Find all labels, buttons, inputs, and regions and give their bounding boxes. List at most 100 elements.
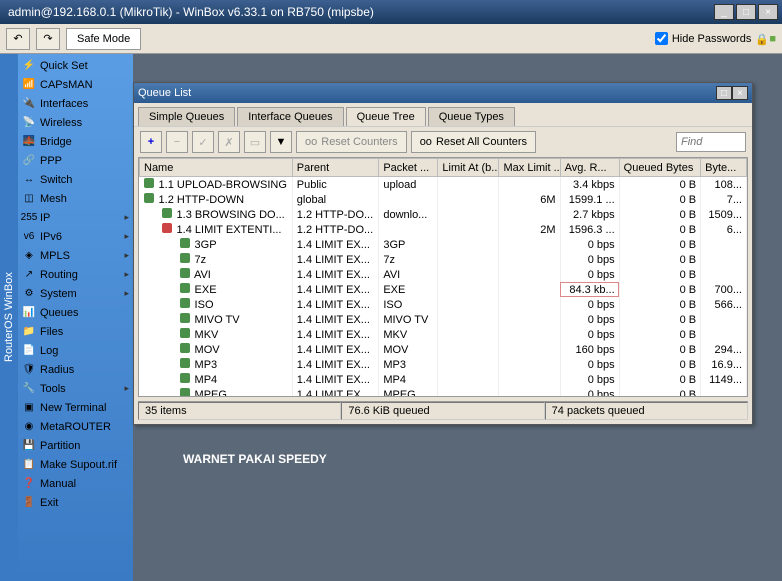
close-button[interactable]: ×	[758, 4, 778, 20]
sidebar-icon: 🔗	[22, 154, 36, 168]
sidebar-item-quick-set[interactable]: ⚡Quick Set	[18, 56, 133, 75]
filter-button[interactable]: ▼	[270, 131, 292, 153]
table-row[interactable]: 1.1 UPLOAD-BROWSINGPublicupload3.4 kbps0…	[140, 177, 747, 193]
remove-button[interactable]: −	[166, 131, 188, 153]
table-row[interactable]: MKV1.4 LIMIT EX...MKV0 bps0 B	[140, 327, 747, 342]
sidebar-item-radius[interactable]: 🛡Radius	[18, 360, 133, 379]
tab-interface-queues[interactable]: Interface Queues	[237, 107, 343, 126]
queue-icon	[180, 343, 190, 353]
sidebar-item-wireless[interactable]: 📡Wireless	[18, 113, 133, 132]
queue-close-button[interactable]: ×	[732, 86, 748, 100]
comment-button[interactable]: ▭	[244, 131, 266, 153]
sidebar-item-interfaces[interactable]: 🔌Interfaces	[18, 94, 133, 113]
column-header[interactable]: Byte...	[701, 159, 747, 177]
queue-status-bar: 35 items 76.6 KiB queued 74 packets queu…	[138, 401, 748, 420]
table-row[interactable]: 7z1.4 LIMIT EX...7z0 bps0 B	[140, 252, 747, 267]
sidebar-item-switch[interactable]: ↔Switch	[18, 170, 133, 189]
sidebar-item-make-supout.rif[interactable]: 📋Make Supout.rif	[18, 455, 133, 474]
queue-window-titlebar[interactable]: Queue List □ ×	[134, 83, 752, 103]
table-row[interactable]: MPEG1.4 LIMIT EX...MPEG0 bps0 B	[140, 387, 747, 397]
caption-text: WARNET PAKAI SPEEDY	[183, 452, 327, 466]
sidebar: ⚡Quick Set📶CAPsMAN🔌Interfaces📡Wireless🌉B…	[18, 54, 133, 581]
sidebar-item-partition[interactable]: 💾Partition	[18, 436, 133, 455]
sidebar-icon: 🔧	[22, 382, 36, 396]
sidebar-item-log[interactable]: 📄Log	[18, 341, 133, 360]
sidebar-item-metarouter[interactable]: ◉MetaROUTER	[18, 417, 133, 436]
minimize-button[interactable]: _	[714, 4, 734, 20]
table-row[interactable]: MP31.4 LIMIT EX...MP30 bps0 B16.9...	[140, 357, 747, 372]
sidebar-item-exit[interactable]: 🚪Exit	[18, 493, 133, 512]
undo-button[interactable]: ↶	[6, 28, 30, 50]
queue-icon	[180, 373, 190, 383]
sidebar-icon: 🔌	[22, 97, 36, 111]
column-header[interactable]: Limit At (b...	[438, 159, 499, 177]
sidebar-item-system[interactable]: ⚙System	[18, 284, 133, 303]
sidebar-icon: ◉	[22, 420, 36, 434]
sidebar-item-ipv6[interactable]: v6IPv6	[18, 227, 133, 246]
redo-button[interactable]: ↷	[36, 28, 60, 50]
sidebar-item-manual[interactable]: ❓Manual	[18, 474, 133, 493]
find-input[interactable]	[676, 132, 746, 152]
table-row[interactable]: 3GP1.4 LIMIT EX...3GP0 bps0 B	[140, 237, 747, 252]
table-row[interactable]: EXE1.4 LIMIT EX...EXE84.3 kb...0 B700...	[140, 282, 747, 297]
reset-counters-button[interactable]: ooReset Counters	[296, 131, 407, 153]
sidebar-icon: ◫	[22, 192, 36, 206]
sidebar-icon: 📄	[22, 344, 36, 358]
sidebar-icon: 255	[22, 211, 36, 225]
add-button[interactable]: +	[140, 131, 162, 153]
queue-icon	[180, 328, 190, 338]
status-square-icon: ■	[769, 33, 776, 45]
sidebar-item-capsman[interactable]: 📶CAPsMAN	[18, 75, 133, 94]
sidebar-icon: ◈	[22, 249, 36, 263]
sidebar-item-routing[interactable]: ↗Routing	[18, 265, 133, 284]
table-row[interactable]: AVI1.4 LIMIT EX...AVI0 bps0 B	[140, 267, 747, 282]
queue-icon	[180, 268, 190, 278]
column-header[interactable]: Queued Bytes	[619, 159, 700, 177]
table-row[interactable]: MIVO TV1.4 LIMIT EX...MIVO TV0 bps0 B	[140, 312, 747, 327]
table-row[interactable]: 1.4 LIMIT EXTENTI...1.2 HTTP-DO...2M1596…	[140, 222, 747, 237]
sidebar-item-ip[interactable]: 255IP	[18, 208, 133, 227]
sidebar-item-new-terminal[interactable]: ▣New Terminal	[18, 398, 133, 417]
sidebar-icon: ❓	[22, 477, 36, 491]
sidebar-item-files[interactable]: 📁Files	[18, 322, 133, 341]
sidebar-item-mpls[interactable]: ◈MPLS	[18, 246, 133, 265]
sidebar-item-bridge[interactable]: 🌉Bridge	[18, 132, 133, 151]
queue-table[interactable]: NameParentPacket ...Limit At (b...Max Li…	[138, 157, 748, 397]
queue-icon	[162, 208, 172, 218]
sidebar-item-queues[interactable]: 📊Queues	[18, 303, 133, 322]
table-row[interactable]: 1.2 HTTP-DOWNglobal6M1599.1 ...0 B7...	[140, 192, 747, 207]
column-header[interactable]: Parent	[292, 159, 379, 177]
safe-mode-button[interactable]: Safe Mode	[66, 28, 141, 50]
sidebar-icon: ⚡	[22, 59, 36, 73]
tab-simple-queues[interactable]: Simple Queues	[138, 107, 235, 126]
queue-icon	[180, 283, 190, 293]
table-row[interactable]: MP41.4 LIMIT EX...MP40 bps0 B1149...	[140, 372, 747, 387]
column-header[interactable]: Avg. R...	[560, 159, 619, 177]
column-header[interactable]: Name	[140, 159, 293, 177]
reset-all-counters-button[interactable]: ooReset All Counters	[411, 131, 536, 153]
sidebar-item-mesh[interactable]: ◫Mesh	[18, 189, 133, 208]
disable-button[interactable]: ✗	[218, 131, 240, 153]
column-header[interactable]: Packet ...	[379, 159, 438, 177]
queue-icon	[180, 313, 190, 323]
table-row[interactable]: MOV1.4 LIMIT EX...MOV160 bps0 B294...	[140, 342, 747, 357]
table-row[interactable]: ISO1.4 LIMIT EX...ISO0 bps0 B566...	[140, 297, 747, 312]
table-row[interactable]: 1.3 BROWSING DO...1.2 HTTP-DO...downlo..…	[140, 207, 747, 222]
queue-icon	[144, 193, 154, 203]
tab-queue-types[interactable]: Queue Types	[428, 107, 515, 126]
sidebar-icon: v6	[22, 230, 36, 244]
hide-passwords-checkbox[interactable]	[655, 32, 668, 45]
sidebar-icon: 💾	[22, 439, 36, 453]
queue-icon	[180, 388, 190, 397]
window-title: admin@192.168.0.1 (MikroTik) - WinBox v6…	[4, 5, 714, 19]
queue-toolbar: + − ✓ ✗ ▭ ▼ ooReset Counters ooReset All…	[134, 126, 752, 157]
tab-queue-tree[interactable]: Queue Tree	[346, 107, 426, 126]
main-titlebar: admin@192.168.0.1 (MikroTik) - WinBox v6…	[0, 0, 782, 24]
sidebar-item-tools[interactable]: 🔧Tools	[18, 379, 133, 398]
queue-restore-button[interactable]: □	[716, 86, 732, 100]
queue-icon	[180, 358, 190, 368]
maximize-button[interactable]: □	[736, 4, 756, 20]
column-header[interactable]: Max Limit ...	[499, 159, 560, 177]
enable-button[interactable]: ✓	[192, 131, 214, 153]
sidebar-item-ppp[interactable]: 🔗PPP	[18, 151, 133, 170]
